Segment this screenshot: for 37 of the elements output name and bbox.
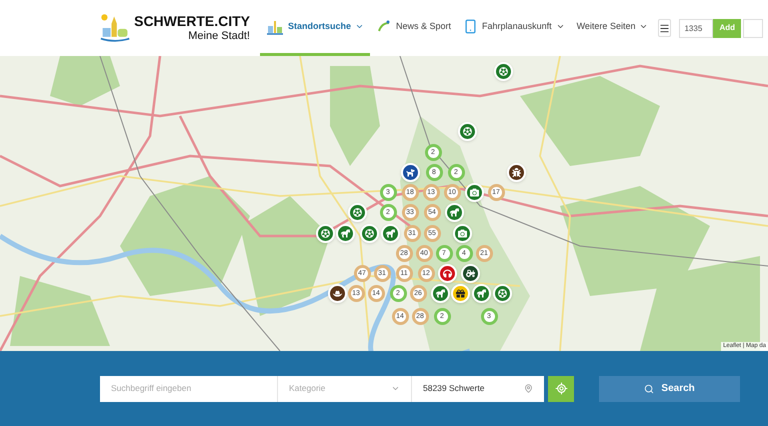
menu-icon (659, 22, 670, 34)
horse-icon (436, 288, 444, 298)
horse-icon (340, 228, 350, 238)
camera-icon (470, 188, 478, 196)
dog-icon (406, 168, 414, 176)
horse-icon (476, 288, 486, 298)
crosshair-icon (554, 382, 568, 395)
pin-icon (524, 384, 534, 393)
search-form[interactable]: Suchbegriff eingeben Kategorie 58239 Schwerte (100, 376, 544, 402)
football-icon (352, 208, 362, 216)
locate-button[interactable] (548, 376, 574, 402)
football-icon (462, 126, 472, 136)
search-icon (644, 384, 654, 394)
site-title: SCHWERTE.CITY (134, 14, 250, 28)
search-field[interactable]: Suchbegriff eingeben (100, 376, 278, 402)
phone-icon (463, 19, 478, 34)
football-icon (320, 228, 330, 238)
chevron-icon (391, 384, 400, 393)
horse-icon (450, 208, 458, 216)
nav-link[interactable]: Fahrplanauskunft (457, 0, 571, 56)
football-icon (498, 288, 506, 298)
nav-link[interactable]: News & Sport (370, 0, 458, 56)
nav-link[interactable]: Weitere Seiten (570, 0, 654, 56)
football-icon (498, 66, 508, 76)
search-button[interactable]: Search (599, 376, 740, 402)
hat-icon (332, 288, 342, 298)
site-tagline: Meine Stadt! (188, 31, 250, 42)
location-field[interactable]: 58239 Schwerte (412, 376, 544, 402)
menu-button[interactable] (658, 19, 672, 37)
football-icon (364, 228, 374, 238)
bug-icon (512, 168, 520, 176)
gift-icon (456, 288, 464, 298)
tractor-icon (466, 268, 474, 278)
number-field[interactable]: 1335 (679, 18, 714, 38)
camera-icon (458, 228, 466, 238)
headphones-icon (442, 268, 452, 278)
horse-icon (386, 228, 394, 238)
